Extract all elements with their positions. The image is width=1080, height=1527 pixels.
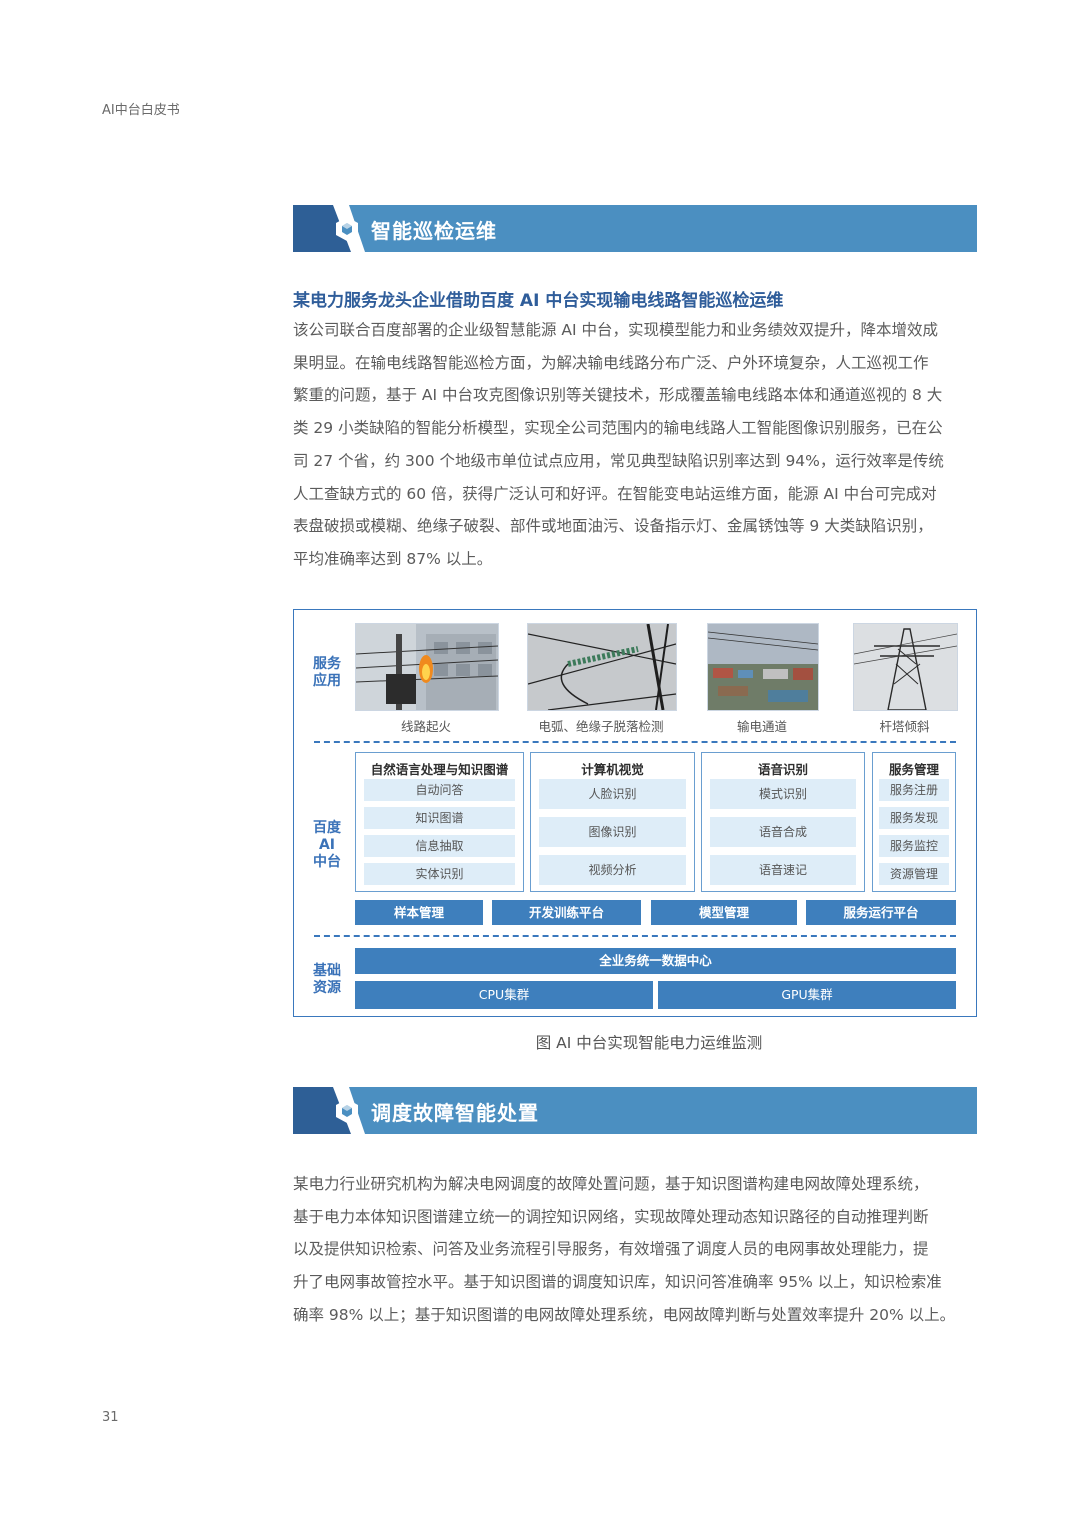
panel-title: 自然语言处理与知识图谱 — [370, 762, 509, 777]
paragraph-line: 类 29 小类缺陷的智能分析模型，实现全公司范围内的输电线路人工智能图像识别服务… — [293, 419, 943, 438]
paragraph-line: 某电力行业研究机构为解决电网调度的故障处置问题，基于知识图谱构建电网故障处理系统… — [293, 1175, 929, 1193]
page-number: 31 — [102, 1410, 119, 1425]
platform-bar: 服务运行平台 — [806, 900, 956, 925]
paragraph-line: 以及提供知识检索、问答及业务流程引导服务，有效增强了调度人员的电网事故处理能力，… — [293, 1240, 929, 1259]
paragraph-line: 升了电网事故管控水平。基于知识图谱的调度知识库，知识问答准确率 95% 以上，知… — [293, 1273, 942, 1292]
cube-logo-icon — [336, 217, 358, 241]
platform-bar: 模型管理 — [651, 900, 797, 925]
photo-insulator-arc — [527, 623, 677, 711]
row-label-service: 服务 应用 — [313, 656, 341, 689]
section-divider — [314, 741, 956, 743]
panel-speech-recognition: 语音识别 模式识别 语音合成 语音速记 — [701, 752, 865, 892]
data-center-bar: 全业务统一数据中心 — [355, 948, 956, 974]
capability-chip: 服务发现 — [879, 807, 949, 829]
capability-chip: 模式识别 — [710, 779, 856, 809]
section-banner-dispatch: 调度故障智能处置 — [293, 1087, 977, 1134]
cpu-cluster-bar: CPU集群 — [355, 981, 653, 1009]
capability-chip: 语音合成 — [710, 817, 856, 847]
cube-logo-icon — [336, 1099, 358, 1123]
photo-transmission-corridor — [707, 623, 819, 711]
capability-chip: 服务监控 — [879, 835, 949, 857]
capability-chip: 图像识别 — [539, 817, 686, 847]
case-body-paragraph: 该公司联合百度部署的企业级智慧能源 AI 中台，实现模型能力和业务绩效双提升，降… — [293, 314, 977, 576]
paragraph-line: 果明显。在输电线路智能巡检方面，为解决输电线路分布广泛、户外环境复杂，人工巡视工… — [293, 353, 929, 372]
section-banner-inspection: 智能巡检运维 — [293, 205, 977, 252]
capability-chip: 信息抽取 — [364, 835, 515, 857]
gpu-cluster-bar: GPU集群 — [658, 981, 956, 1009]
panel-service-management: 服务管理 服务注册 服务发现 服务监控 资源管理 — [872, 752, 956, 892]
paragraph-line: 人工查缺方式的 60 倍，获得广泛认可和好评。在智能变电站运维方面，能源 AI … — [293, 484, 937, 503]
capability-chip: 人脸识别 — [539, 779, 686, 809]
capability-chip: 资源管理 — [879, 863, 949, 885]
section-divider — [314, 935, 956, 937]
photo-line-fire — [355, 623, 499, 711]
row-label-base-resources: 基础 资源 — [313, 963, 341, 996]
paragraph-line: 平均准确率达到 87% 以上。 — [293, 549, 493, 568]
capability-chip: 服务注册 — [879, 779, 949, 801]
paragraph-line: 基于电力本体知识图谱建立统一的调控知识网络，实现故障处理动态知识路径的自动推理判… — [293, 1207, 929, 1226]
panel-title: 语音识别 — [757, 762, 808, 777]
case-heading: 某电力服务龙头企业借助百度 AI 中台实现输电线路智能巡检运维 — [293, 291, 784, 311]
capability-chip: 自动问答 — [364, 779, 515, 801]
photo-caption: 输电通道 — [736, 719, 787, 734]
panel-computer-vision: 计算机视觉 人脸识别 图像识别 视频分析 — [530, 752, 695, 892]
paragraph-line: 繁重的问题，基于 AI 中台攻克图像识别等关键技术，形成覆盖输电线路本体和通道巡… — [293, 386, 943, 405]
paragraph-line: 该公司联合百度部署的企业级智慧能源 AI 中台，实现模型能力和业务绩效双提升，降… — [293, 321, 939, 339]
photo-tower-tilt — [853, 623, 958, 711]
document-header: AI中台白皮书 — [102, 103, 180, 118]
photo-caption: 杆塔倾斜 — [879, 719, 930, 734]
paragraph-line: 确率 98% 以上；基于知识图谱的电网故障处理系统，电网故障判断与处置效率提升 … — [293, 1305, 956, 1324]
paragraph-line: 司 27 个省，约 300 个地级市单位试点应用，常见典型缺陷识别率达到 94%… — [293, 451, 944, 470]
panel-nlp-knowledge-graph: 自然语言处理与知识图谱 自动问答 知识图谱 信息抽取 实体识别 — [355, 752, 524, 892]
panel-title: 计算机视觉 — [581, 762, 644, 777]
platform-bar: 样本管理 — [355, 900, 483, 925]
section-title: 智能巡检运维 — [371, 219, 497, 243]
photo-caption: 电弧、绝缘子脱落检测 — [538, 719, 664, 734]
row-label-ai-platform: 百度 AI 中台 — [313, 820, 341, 870]
capability-chip: 实体识别 — [364, 863, 515, 885]
platform-bar: 开发训练平台 — [492, 900, 641, 925]
capability-chip: 视频分析 — [539, 855, 686, 885]
capability-chip: 语音速记 — [710, 855, 856, 885]
panel-title: 服务管理 — [888, 762, 939, 777]
figure-caption: 图 AI 中台实现智能电力运维监测 — [535, 1034, 763, 1052]
ai-platform-architecture-diagram: 服务 应用 线路起火 电弧、绝缘子脱落检测 输电通道 杆塔倾斜 百度 AI 中台… — [293, 609, 977, 1017]
photo-caption: 线路起火 — [400, 719, 451, 734]
capability-chip: 知识图谱 — [364, 807, 515, 829]
case2-body-paragraph: 某电力行业研究机构为解决电网调度的故障处置问题，基于知识图谱构建电网故障处理系统… — [293, 1168, 977, 1332]
paragraph-line: 表盘破损或模糊、绝缘子破裂、部件或地面油污、设备指示灯、金属锈蚀等 9 大类缺陷… — [293, 517, 933, 536]
section-title: 调度故障智能处置 — [371, 1101, 539, 1125]
